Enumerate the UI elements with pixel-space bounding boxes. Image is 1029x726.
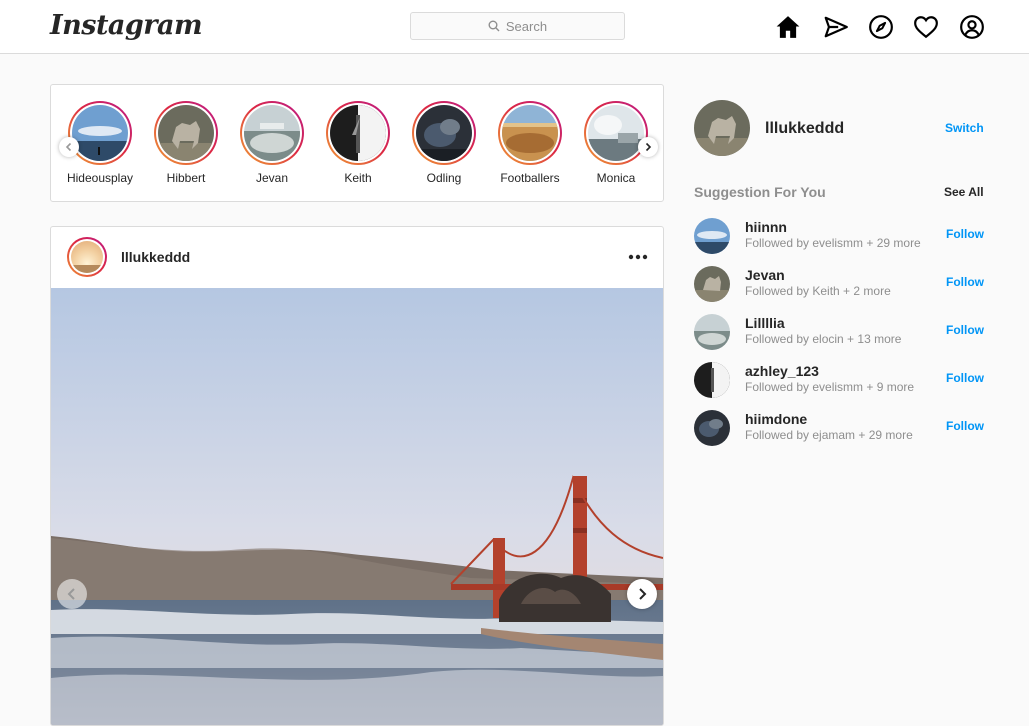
story-ring [584,101,648,165]
instagram-logo[interactable]: Instagram [50,10,203,41]
story-item[interactable]: Odling [401,101,487,185]
story-ring [68,101,132,165]
suggestion-row: Lillllia Followed by elocin + 13 more Fo… [694,312,989,352]
story-ring [240,101,304,165]
post-prev-button[interactable] [57,579,87,609]
suggestion-row: Jevan Followed by Keith + 2 more Follow [694,264,989,304]
chevron-left-icon [67,588,75,600]
story-ring [154,101,218,165]
suggestion-username[interactable]: Lillllia [745,315,785,331]
suggestion-followed-by: Followed by evelismm + 29 more [745,236,921,250]
story-username: Odling [426,171,462,185]
suggestion-avatar[interactable] [694,314,730,350]
story-ring [326,101,390,165]
story-item[interactable]: Footballers [487,101,573,185]
story-ring [498,101,562,165]
search-placeholder: Search [505,18,548,34]
suggestion-row: azhley_123 Followed by evelismm + 9 more… [694,360,989,400]
story-avatar [244,105,300,161]
see-all-link[interactable]: See All [944,185,984,199]
suggestion-username[interactable]: hiimdone [745,411,807,427]
explore-compass-icon[interactable] [866,12,896,42]
story-item[interactable]: Jevan [229,101,315,185]
suggestion-row: hiimdone Followed by ejamam + 29 more Fo… [694,408,989,448]
story-avatar [158,105,214,161]
suggestion-username[interactable]: azhley_123 [745,363,819,379]
suggestion-username[interactable]: Jevan [745,267,785,283]
follow-button[interactable]: Follow [946,371,984,385]
follow-button[interactable]: Follow [946,275,984,289]
post-author-username[interactable]: lllukkeddd [121,249,190,265]
feed-post: lllukkeddd [50,226,664,726]
follow-button[interactable]: Follow [946,227,984,241]
stories-prev-button[interactable] [59,137,79,157]
chevron-right-icon [639,588,647,600]
suggestion-avatar[interactable] [694,266,730,302]
story-avatar [588,105,644,161]
follow-button[interactable]: Follow [946,419,984,433]
current-user-username[interactable]: lllukkeddd [765,120,844,138]
post-next-button[interactable] [627,579,657,609]
suggestion-followed-by: Followed by Keith + 2 more [745,284,891,298]
search-input[interactable]: Search [410,12,625,40]
story-username: Monica [596,171,636,185]
suggestion-followed-by: Followed by elocin + 13 more [745,332,902,346]
suggestion-avatar[interactable] [694,218,730,254]
suggestion-avatar[interactable] [694,362,730,398]
profile-icon[interactable] [957,12,987,42]
follow-button[interactable]: Follow [946,323,984,337]
post-header: lllukkeddd [51,227,663,288]
story-avatar [72,105,128,161]
story-username: Hideousplay [66,171,134,185]
story-item[interactable]: Keith [315,101,401,185]
suggestions-title: Suggestion For You [694,184,826,200]
suggestion-row: hiinnn Followed by evelismm + 29 more Fo… [694,216,989,256]
activity-heart-icon[interactable] [911,12,941,42]
story-username: Footballers [500,171,560,185]
home-icon[interactable] [773,12,803,42]
post-avatar-ring[interactable] [67,237,107,277]
current-user-avatar[interactable] [694,100,750,156]
post-photo[interactable] [51,288,663,725]
story-item[interactable]: Hibbert [143,101,229,185]
story-username: Keith [344,171,372,185]
post-author-avatar [71,241,103,273]
story-avatar [502,105,558,161]
story-avatar [416,105,472,161]
switch-account-link[interactable]: Switch [945,121,984,135]
suggestion-avatar[interactable] [694,410,730,446]
suggestion-username[interactable]: hiinnn [745,219,787,235]
story-username: Hibbert [166,171,206,185]
story-ring [412,101,476,165]
more-options-icon[interactable] [626,247,650,267]
stories-next-button[interactable] [638,137,658,157]
story-avatar [330,105,386,161]
chevron-right-icon [645,142,652,152]
direct-send-icon[interactable] [821,12,851,42]
suggestion-followed-by: Followed by evelismm + 9 more [745,380,915,394]
top-navigation-bar: Instagram Search [0,0,1029,54]
story-username: Jevan [255,171,289,185]
search-icon [488,20,500,32]
suggestion-followed-by: Followed by ejamam + 29 more [745,428,913,442]
chevron-left-icon [65,142,72,152]
stories-tray: Hideousplay Hibbert Jevan Keith Odling F… [50,84,664,202]
